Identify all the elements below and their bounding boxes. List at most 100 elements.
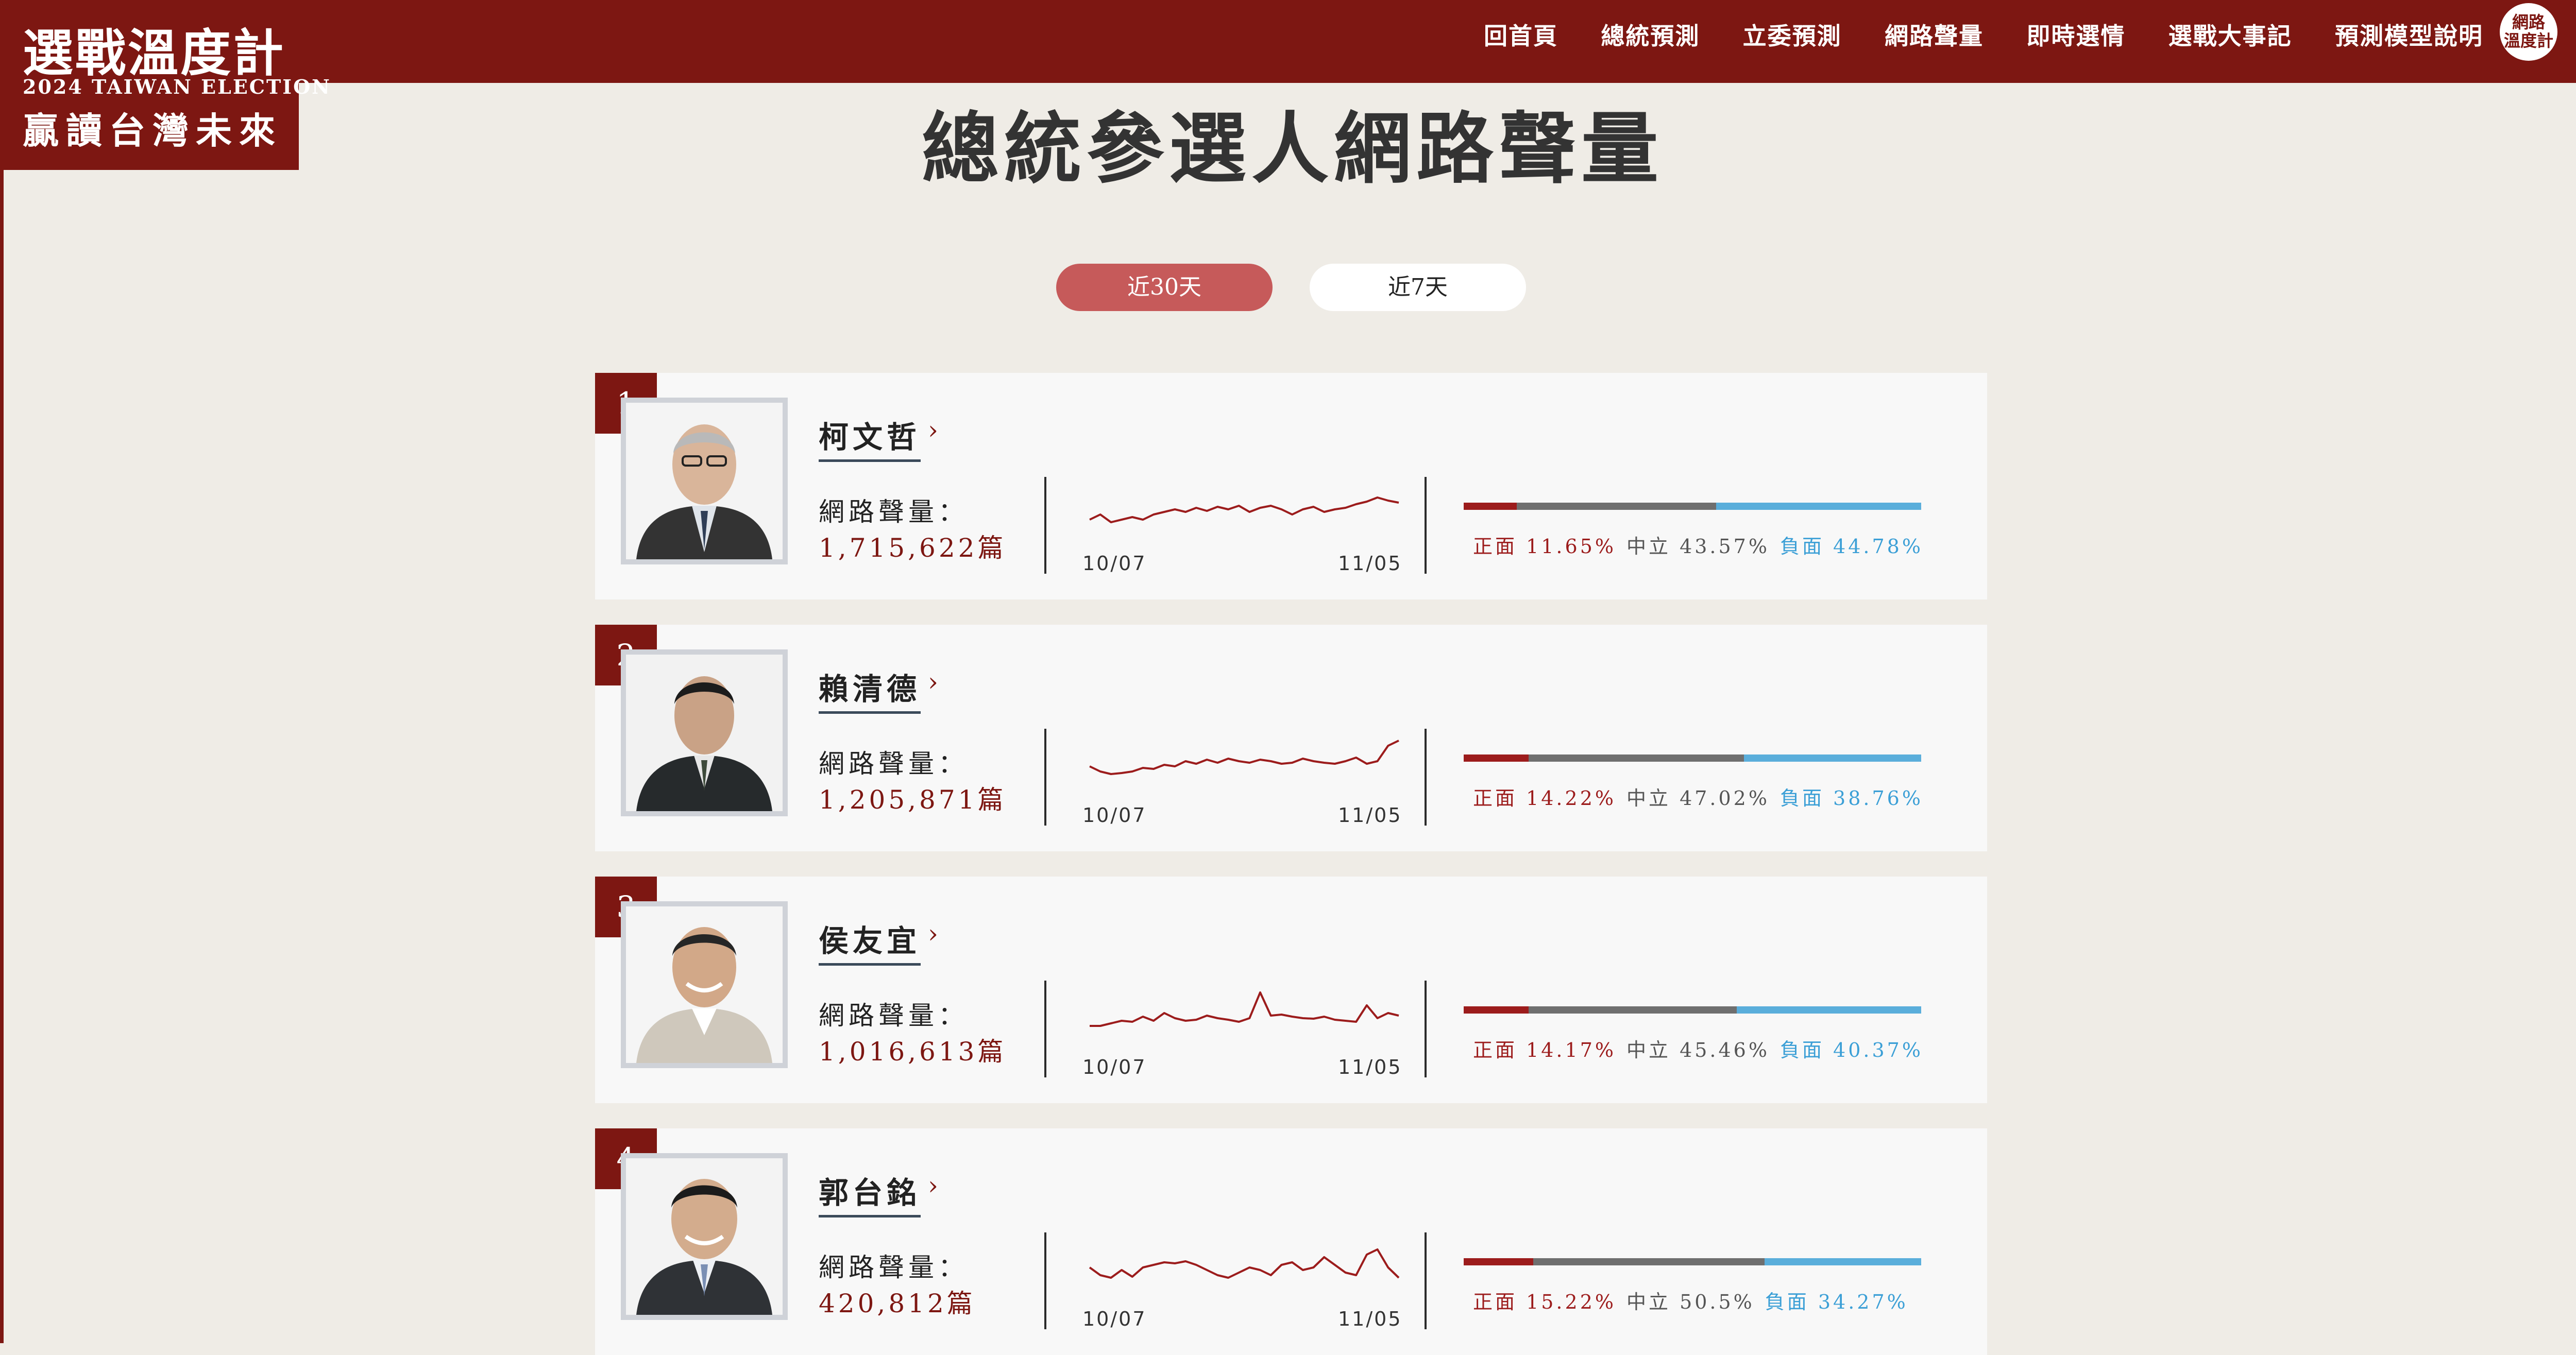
portrait-icon — [626, 403, 783, 559]
candidate-name[interactable]: 柯文哲 — [819, 413, 921, 462]
divider — [1425, 981, 1427, 1077]
candidate-name[interactable]: 侯友宜 — [819, 917, 921, 966]
candidate-name-link[interactable]: 郭台銘 — [819, 1169, 921, 1217]
chevron-right-icon[interactable]: › — [928, 1171, 938, 1200]
volume-label: 網路聲量： — [819, 749, 968, 779]
candidate-photo — [621, 1153, 788, 1320]
volume-number: 1,016,613 — [819, 1037, 978, 1067]
logo-title: 選戰溫度計 — [23, 24, 286, 83]
sentiment-negative-segment — [1764, 1258, 1921, 1265]
sentiment-positive-segment — [1464, 503, 1517, 510]
trend-start-date: 10/07 — [1082, 1056, 1147, 1078]
candidate-card: 1 柯文哲 › 網路聲量： 1,715,622篇 10/07 11/05 正面 … — [595, 373, 1987, 599]
sentiment-neutral: 中立 43.57% — [1626, 535, 1770, 558]
sentiment-neutral: 中立 45.46% — [1626, 1039, 1770, 1061]
trend-sparkline — [1089, 740, 1399, 775]
volume-unit: 篇 — [977, 533, 1007, 563]
sentiment-neutral: 中立 47.02% — [1626, 787, 1770, 810]
candidate-photo — [621, 901, 788, 1068]
nav-legislator-forecast[interactable]: 立委預測 — [1743, 18, 1842, 52]
frame-left — [0, 0, 4, 1343]
volume-value: 1,205,871篇 — [819, 779, 1006, 816]
sentiment-text: 正面 11.65% 中立 43.57% 負面 44.78% — [1473, 530, 1923, 559]
trend-start-date: 10/07 — [1082, 804, 1147, 827]
candidate-card: 2 賴清德 › 網路聲量： 1,205,871篇 10/07 11/05 正面 … — [595, 625, 1987, 851]
divider — [1044, 1232, 1046, 1329]
trend-line — [1089, 1248, 1400, 1279]
sentiment-negative: 負面 40.37% — [1780, 1039, 1923, 1061]
sentiment-negative: 負面 34.27% — [1765, 1291, 1908, 1313]
volume-label: 網路聲量： — [819, 497, 968, 527]
trend-end-date: 11/05 — [1338, 1308, 1402, 1330]
chevron-right-icon[interactable]: › — [928, 415, 938, 445]
portrait-icon — [626, 1158, 783, 1315]
sentiment-negative: 負面 44.78% — [1780, 535, 1923, 558]
sentiment-negative-segment — [1736, 1006, 1921, 1014]
sentiment-positive-segment — [1464, 1006, 1529, 1014]
trend-start-date: 10/07 — [1082, 1308, 1147, 1330]
nav-model-explanation[interactable]: 預測模型說明 — [2335, 18, 2483, 52]
nav-president-forecast[interactable]: 總統預測 — [1601, 18, 1700, 52]
candidate-photo — [621, 649, 788, 816]
portrait-icon — [626, 655, 783, 811]
sentiment-positive: 正面 14.17% — [1473, 1039, 1616, 1061]
trend-end-date: 11/05 — [1338, 552, 1402, 575]
candidate-name[interactable]: 郭台銘 — [819, 1169, 921, 1217]
volume-number: 1,205,871 — [819, 785, 978, 815]
candidate-name-link[interactable]: 賴清德 — [819, 665, 921, 714]
sentiment-neutral-segment — [1528, 1006, 1737, 1014]
trend-sparkline — [1089, 1248, 1400, 1279]
sentiment-neutral-segment — [1517, 503, 1717, 510]
tab-7-days[interactable]: 近7天 — [1310, 264, 1526, 311]
sentiment-neutral: 中立 50.5% — [1626, 1291, 1755, 1313]
nav-timeline[interactable]: 選戰大事記 — [2168, 18, 2292, 52]
sentiment-positive: 正面 15.22% — [1473, 1291, 1616, 1313]
trend-line — [1089, 496, 1399, 523]
sentiment-negative-segment — [1716, 503, 1921, 510]
sentiment-positive-segment — [1464, 754, 1529, 762]
divider — [1044, 981, 1046, 1077]
divider — [1425, 729, 1427, 826]
nav-online-volume[interactable]: 網路聲量 — [1885, 18, 1984, 52]
trend-sparkline — [1089, 496, 1399, 523]
sentiment-text: 正面 14.22% 中立 47.02% 負面 38.76% — [1473, 782, 1923, 811]
divider — [1044, 477, 1046, 574]
trend-line — [1089, 740, 1399, 775]
trend-start-date: 10/07 — [1082, 552, 1147, 575]
sentiment-bar — [1464, 1258, 1921, 1265]
candidate-name-link[interactable]: 柯文哲 — [819, 413, 921, 462]
chevron-right-icon[interactable]: › — [928, 919, 938, 949]
sentiment-bar — [1464, 503, 1921, 510]
nav-home[interactable]: 回首頁 — [1484, 18, 1558, 52]
sentiment-negative: 負面 38.76% — [1780, 787, 1923, 810]
sentiment-bar — [1464, 1006, 1921, 1014]
volume-number: 420,812 — [819, 1289, 947, 1318]
nav-live-results[interactable]: 即時選情 — [2026, 18, 2125, 52]
sentiment-neutral-segment — [1529, 754, 1744, 762]
tab-30-days[interactable]: 近30天 — [1056, 264, 1273, 311]
chevron-right-icon[interactable]: › — [928, 667, 938, 697]
trend-sparkline — [1090, 991, 1399, 1027]
trend-line — [1090, 991, 1399, 1027]
volume-unit: 篇 — [946, 1289, 976, 1318]
divider — [1044, 729, 1046, 826]
volume-number: 1,715,622 — [819, 533, 978, 563]
candidate-name[interactable]: 賴清德 — [819, 665, 921, 714]
portrait-icon — [626, 906, 783, 1063]
trend-end-date: 11/05 — [1338, 1056, 1402, 1078]
sentiment-text: 正面 14.17% 中立 45.46% 負面 40.37% — [1473, 1034, 1923, 1062]
badge-line2: 溫度計 — [2503, 31, 2553, 50]
sentiment-neutral-segment — [1533, 1258, 1765, 1265]
site-badge-icon[interactable]: 網路 溫度計 — [2500, 3, 2557, 61]
volume-value: 420,812篇 — [819, 1283, 976, 1320]
candidate-name-link[interactable]: 侯友宜 — [819, 917, 921, 966]
volume-unit: 篇 — [977, 785, 1007, 815]
sentiment-positive: 正面 14.22% — [1473, 787, 1616, 810]
volume-label: 網路聲量： — [819, 1253, 968, 1282]
candidate-card: 4 郭台銘 › 網路聲量： 420,812篇 10/07 11/05 正面 15… — [595, 1128, 1987, 1355]
trend-end-date: 11/05 — [1338, 804, 1402, 827]
volume-label: 網路聲量： — [819, 1001, 968, 1031]
sentiment-negative-segment — [1743, 754, 1921, 762]
divider — [1425, 477, 1427, 574]
sentiment-positive-segment — [1464, 1258, 1534, 1265]
